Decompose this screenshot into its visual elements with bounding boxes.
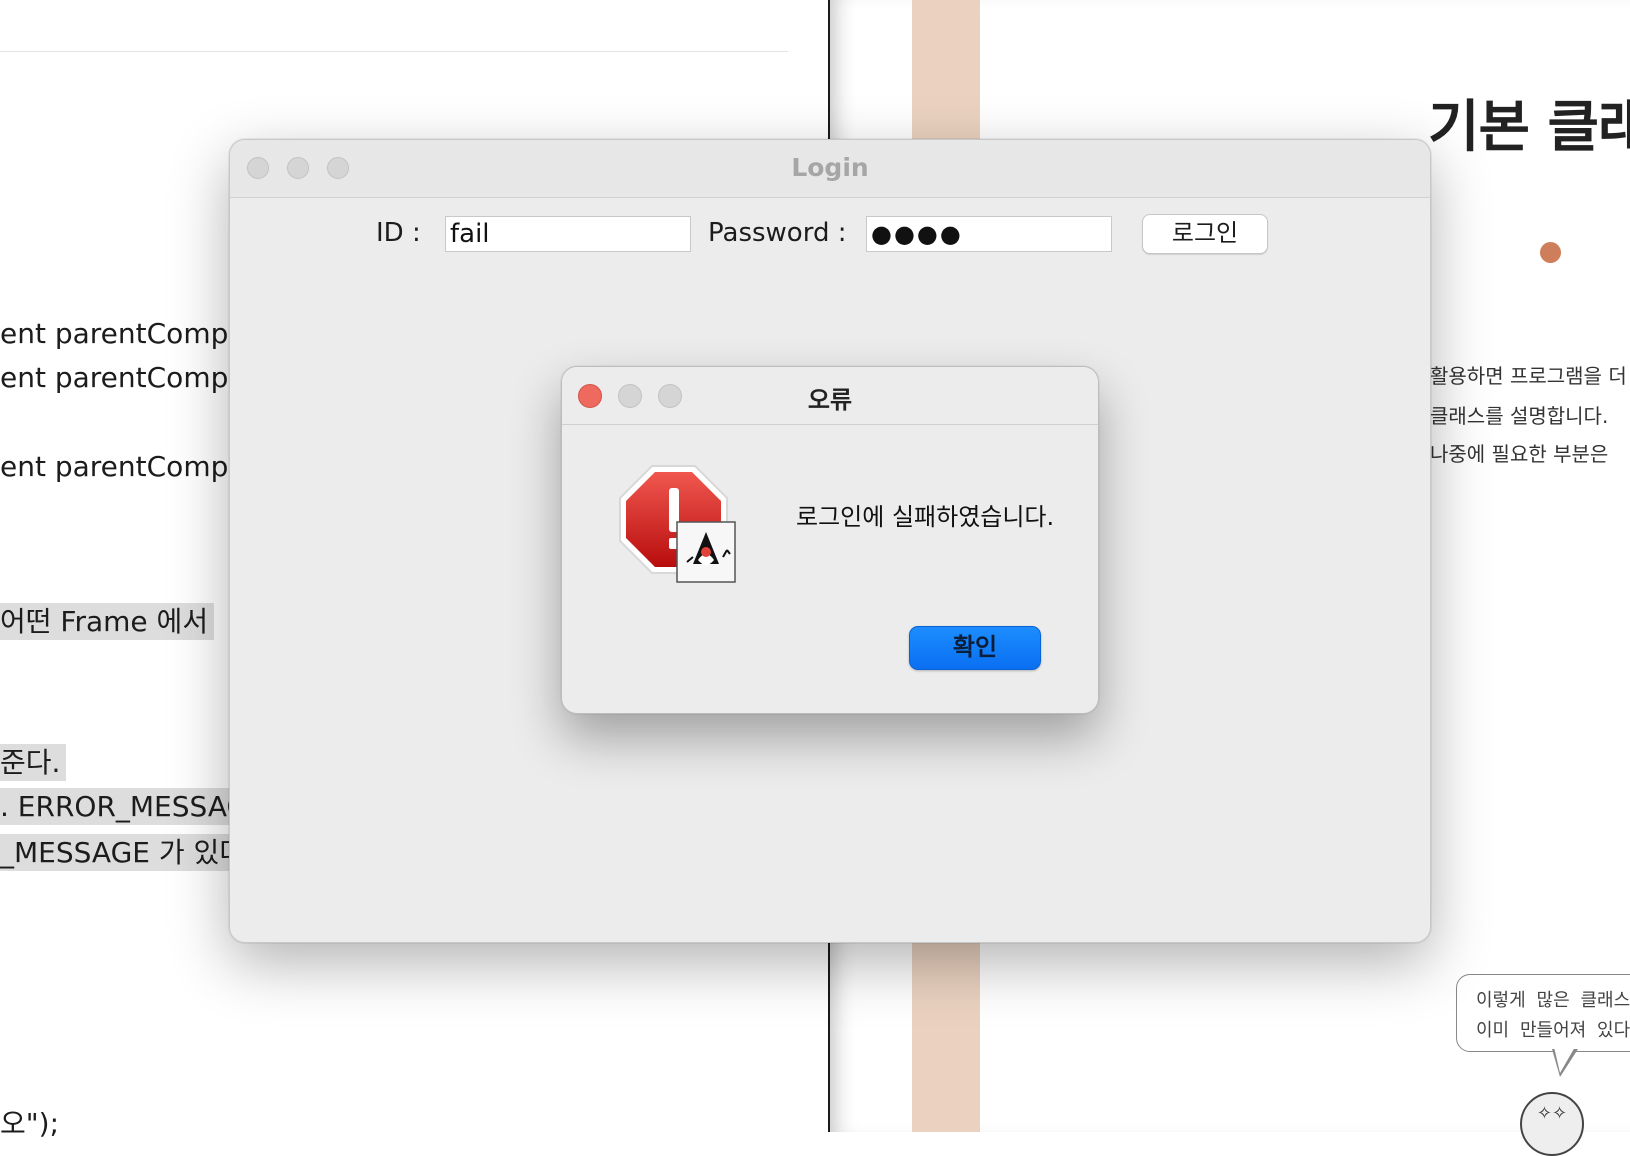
document-line-highlighted: _MESSAGE 가 있다 bbox=[0, 834, 252, 871]
login-button[interactable]: 로그인 bbox=[1142, 214, 1268, 254]
title-bar[interactable]: Login bbox=[230, 140, 1430, 198]
id-label: ID : bbox=[376, 218, 421, 248]
book-paragraph-line: 나중에 필요한 부분은 bbox=[1430, 442, 1609, 466]
dialog-title: 오류 bbox=[807, 386, 853, 414]
speech-bubble-line: 이미 만들어져 있다 bbox=[1476, 1020, 1630, 1041]
error-message: 로그인에 실패하였습니다. bbox=[796, 503, 1055, 531]
window-title: Login bbox=[791, 153, 869, 182]
id-field[interactable]: fail bbox=[445, 216, 691, 252]
ok-button-label: 확인 bbox=[952, 633, 998, 661]
book-paragraph-line: 활용하면 프로그램을 더 bbox=[1430, 364, 1627, 388]
document-line: 오"); bbox=[0, 1107, 59, 1140]
bullet-dot bbox=[1540, 242, 1561, 263]
error-dialog: 오류 로그인에 실패하였습니다. 확인 bbox=[561, 366, 1099, 714]
document-line: ent parentCompo bbox=[0, 361, 246, 394]
error-stop-icon bbox=[619, 465, 736, 583]
speech-bubble-line: 이렇게 많은 클래스 bbox=[1476, 990, 1630, 1011]
dialog-title-bar[interactable]: 오류 bbox=[562, 367, 1098, 425]
character-doodle-icon: ✧✧ bbox=[1520, 1092, 1584, 1156]
book-title: 기본 클래스 bbox=[1428, 95, 1630, 160]
ok-button[interactable]: 확인 bbox=[909, 626, 1041, 670]
document-line-highlighted: 준다. bbox=[0, 744, 67, 781]
password-label: Password : bbox=[708, 218, 847, 248]
divider-line bbox=[0, 51, 788, 52]
book-paragraph-line: 클래스를 설명합니다. bbox=[1430, 404, 1609, 428]
document-line: ent parentCompo bbox=[0, 317, 246, 350]
document-line-highlighted: 어떤 Frame 에서 bbox=[0, 603, 215, 640]
document-line: ent parentCompo bbox=[0, 450, 246, 483]
password-field[interactable]: ●●●● bbox=[866, 216, 1112, 252]
document-line-highlighted: . ERROR_MESSAG bbox=[0, 788, 255, 825]
speech-bubble-tail-fill bbox=[1554, 1047, 1575, 1073]
